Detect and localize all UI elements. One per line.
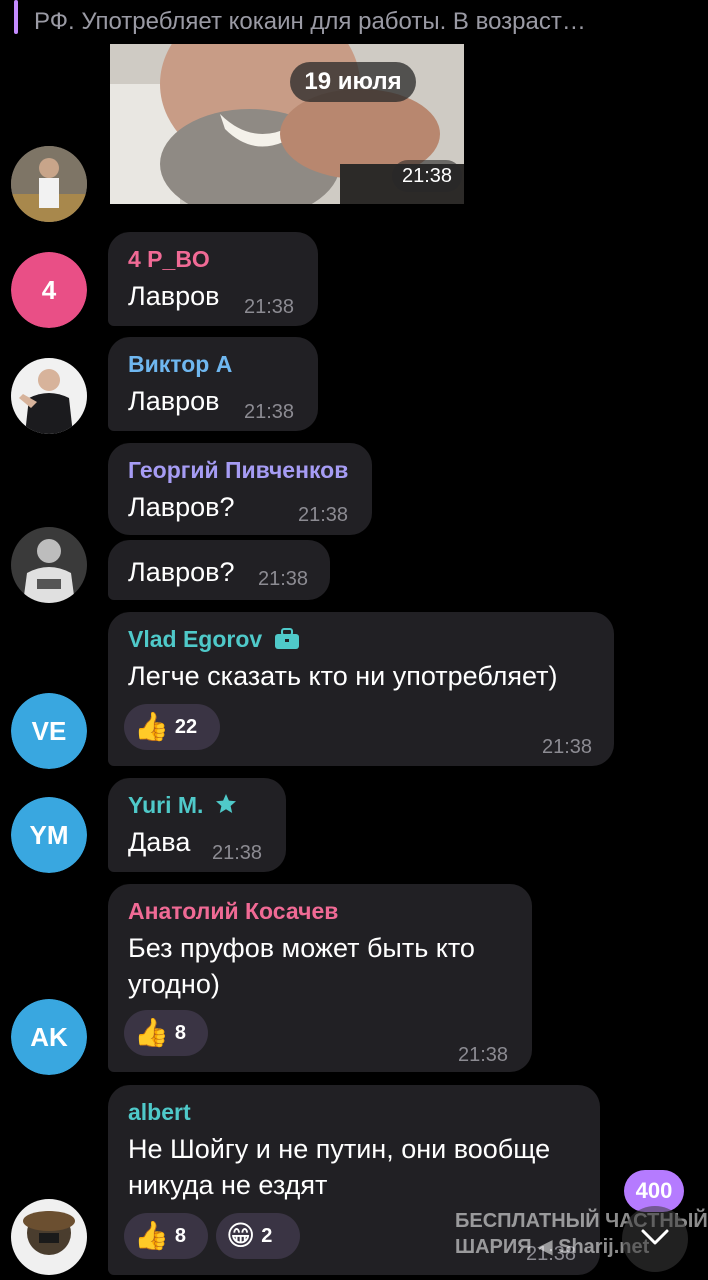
avatar[interactable] bbox=[11, 146, 87, 222]
avatar-initials-bg: AK bbox=[11, 999, 87, 1075]
message-time: 21:38 bbox=[542, 736, 593, 758]
message-text: Легче сказать кто ни употребляет) bbox=[128, 661, 558, 691]
message-text: Лавров bbox=[128, 386, 220, 416]
message-text-line: Без пруфов может быть кто bbox=[128, 933, 475, 963]
message-text: Лавров bbox=[128, 281, 220, 311]
grinning-face-icon: 😁 bbox=[226, 1220, 256, 1251]
avatar-photo bbox=[11, 527, 87, 603]
reaction-like[interactable]: 👍 8 bbox=[124, 1213, 208, 1259]
reaction-count: 8 bbox=[174, 1021, 186, 1044]
reaction-grin[interactable]: 😁 2 bbox=[216, 1213, 300, 1259]
message-bubble[interactable]: Виктор А Лавров 21:38 bbox=[108, 337, 318, 431]
reaction-like[interactable]: 👍 22 bbox=[124, 704, 220, 750]
reaction-like[interactable]: 👍 8 bbox=[124, 1010, 208, 1056]
message-bubble[interactable]: Vlad Egorov Легче сказать кто ни употреб… bbox=[108, 612, 614, 766]
message-bubble[interactable]: Георгий Пивченков Лавров? 21:38 bbox=[108, 443, 372, 535]
sender-name[interactable]: Vlad Egorov bbox=[128, 626, 262, 653]
avatar-initials-bg: VE bbox=[11, 693, 87, 769]
thumbs-up-icon: 👍 bbox=[134, 1220, 169, 1251]
avatar-initials: YM bbox=[29, 819, 69, 850]
reply-preview-text: РФ. Употребляет кокаин для работы. В воз… bbox=[34, 8, 586, 35]
message-time: 21:38 bbox=[458, 1044, 509, 1066]
briefcase-icon bbox=[274, 628, 300, 655]
avatar-initials: VE bbox=[31, 715, 67, 746]
avatar[interactable] bbox=[11, 527, 87, 603]
avatar-initials-bg: 4 bbox=[11, 252, 87, 328]
reaction-count: 8 bbox=[174, 1224, 186, 1247]
message-bubble[interactable]: Yuri M. Дава 21:38 bbox=[108, 778, 286, 872]
avatar-initials-bg: YM bbox=[11, 797, 87, 873]
chevron-down-icon bbox=[640, 1227, 670, 1252]
photo-time: 21:38 bbox=[392, 160, 462, 192]
sender-name[interactable]: 4 P_BO bbox=[128, 246, 210, 273]
avatar-photo bbox=[11, 146, 87, 222]
message-text: Лавров? bbox=[128, 557, 235, 587]
avatar[interactable]: YM bbox=[11, 797, 87, 873]
reply-accent-line bbox=[14, 0, 18, 34]
avatar[interactable]: AK bbox=[11, 999, 87, 1075]
sender-name[interactable]: Анатолий Косачев bbox=[128, 898, 338, 925]
avatar-photo bbox=[11, 1199, 87, 1275]
sender-name[interactable]: albert bbox=[128, 1099, 191, 1126]
sender-name[interactable]: Георгий Пивченков bbox=[128, 457, 348, 484]
message-time: 21:38 bbox=[258, 568, 309, 590]
reaction-count: 2 bbox=[261, 1224, 273, 1247]
scroll-down-button[interactable] bbox=[622, 1206, 688, 1272]
reaction-count: 22 bbox=[174, 715, 198, 738]
message-text-line: угодно) bbox=[128, 969, 220, 999]
sender-name[interactable]: Yuri M. bbox=[128, 792, 203, 819]
message-time: 21:38 bbox=[298, 504, 349, 526]
message-bubble[interactable]: Лавров? 21:38 bbox=[108, 540, 330, 600]
avatar[interactable]: VE bbox=[11, 693, 87, 769]
message-text-line: никуда не ездят bbox=[128, 1170, 328, 1200]
message-bubble[interactable]: Анатолий Косачев Без пруфов может быть к… bbox=[108, 884, 532, 1072]
sender-name[interactable]: Виктор А bbox=[128, 351, 232, 378]
avatar-initials: 4 bbox=[41, 274, 57, 305]
thumbs-up-icon: 👍 bbox=[134, 1017, 169, 1048]
avatar[interactable] bbox=[11, 358, 87, 434]
avatar[interactable]: 4 bbox=[11, 252, 87, 328]
message-text: Лавров? bbox=[128, 492, 235, 522]
message-time: 21:38 bbox=[212, 842, 263, 864]
message-bubble[interactable]: 4 P_BO Лавров 21:38 bbox=[108, 232, 318, 326]
message-time: 21:38 bbox=[244, 296, 295, 318]
date-separator: 19 июля bbox=[290, 62, 416, 102]
message-text: Дава bbox=[128, 827, 191, 857]
avatar-photo bbox=[11, 358, 87, 434]
message-time: 21:38 bbox=[244, 401, 295, 423]
thumbs-up-icon: 👍 bbox=[134, 711, 169, 742]
star-icon bbox=[214, 792, 238, 821]
message-text-line: Не Шойгу и не путин, они вообще bbox=[128, 1134, 551, 1164]
avatar[interactable] bbox=[11, 1199, 87, 1275]
avatar-initials: AK bbox=[30, 1021, 68, 1052]
reply-preview-bar[interactable]: РФ. Употребляет кокаин для работы. В воз… bbox=[0, 0, 708, 44]
